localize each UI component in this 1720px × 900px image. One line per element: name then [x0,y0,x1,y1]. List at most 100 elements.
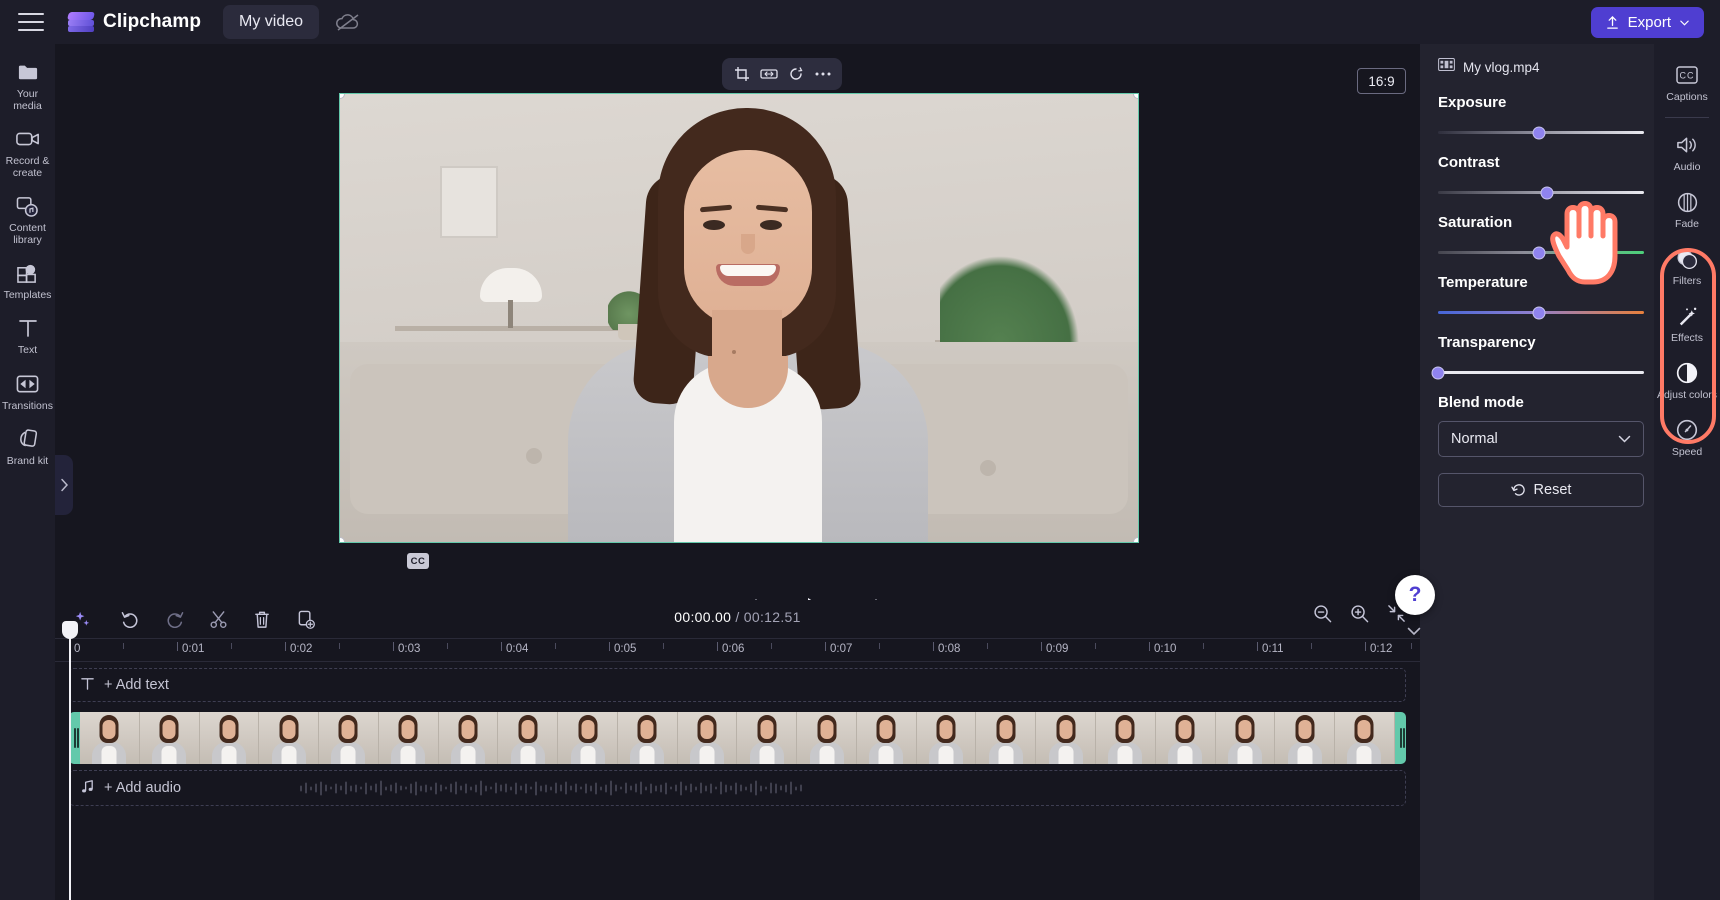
right-rail-item-fade[interactable]: Fade [1654,181,1720,238]
ruler-label: 0:12 [1370,643,1393,655]
templates-icon [16,262,39,284]
right-rail-item-speed[interactable]: Speed [1654,409,1720,466]
reset-button[interactable]: Reset [1438,473,1644,507]
help-collapse-chevron-down-icon[interactable] [1407,624,1421,639]
contrast-slider-track[interactable] [1438,186,1644,199]
clipchamp-logo-icon [67,10,95,34]
slider-transparency: Transparency [1431,334,1644,379]
playhead[interactable] [62,621,78,900]
video-clip[interactable] [69,712,1406,764]
rotate-icon[interactable] [784,62,808,86]
saturation-slider-knob[interactable] [1532,246,1546,259]
blend-mode-select[interactable]: Normal [1438,421,1644,457]
audio-waveform [300,780,802,796]
time-separator: / [731,609,744,625]
ruler-label: 0:04 [506,643,529,655]
add-text-label: + Add text [104,677,169,693]
preview-stage: 16:9 CC ? [55,44,1435,636]
ruler-label: 0:01 [182,643,205,655]
exposure-slider-track[interactable] [1438,126,1644,139]
panel-collapse-toggle[interactable] [55,455,73,515]
right-rail-item-adjust-colors[interactable]: Adjust colors [1654,352,1720,409]
blend-mode-label: Blend mode [1438,394,1524,411]
video-preview[interactable] [339,93,1139,543]
sidebar-item-content-library[interactable]: Content library [0,186,55,253]
ruler-label: 0:03 [398,643,421,655]
effects-wand-icon [1676,305,1698,327]
sidebar-item-label: Brand kit [6,454,49,467]
fade-icon [1677,191,1698,213]
contrast-slider-knob[interactable] [1540,186,1554,199]
right-rail-item-effects[interactable]: Effects [1654,295,1720,352]
slider-exposure: Exposure [1438,94,1644,139]
zoom-out-icon[interactable] [1313,604,1332,628]
timeline-ruler[interactable]: 0 0:01 0:02 0:03 0:04 0:05 0:06 0:07 0:0… [55,638,1420,662]
ruler-label: 0:08 [938,643,961,655]
sidebar-item-label: Record & create [5,155,50,180]
right-rail-item-audio[interactable]: Audio [1654,124,1720,181]
slider-label: Transparency [1438,334,1536,351]
sidebar-item-templates[interactable]: Templates [0,253,55,308]
clip-float-toolbar [722,58,842,90]
ruler-label: 0:05 [614,643,637,655]
brand: Clipchamp [67,10,201,34]
sidebar-item-brand-kit[interactable]: Brand kit [0,419,55,474]
content-library-icon [16,195,39,217]
captions-badge[interactable]: CC [407,553,429,569]
adjust-colors-icon [1676,362,1698,384]
export-label: Export [1627,14,1671,31]
hamburger-menu-icon[interactable] [18,13,44,31]
more-options-icon[interactable] [811,62,835,86]
project-name-chip[interactable]: My video [223,5,320,39]
right-rail-item-captions[interactable]: CC Captions [1654,54,1720,111]
divider [1665,117,1709,119]
clip-thumbnails [80,712,1395,764]
exposure-slider-knob[interactable] [1532,126,1546,139]
sidebar-item-text[interactable]: Text [0,308,55,363]
zoom-in-icon[interactable] [1350,604,1369,628]
help-button[interactable]: ? [1395,575,1435,615]
chevron-right-icon [60,478,68,492]
transparency-slider-knob[interactable] [1431,366,1445,379]
clip-name: My vlog.mp4 [1463,59,1540,75]
add-text-track[interactable]: + Add text [69,668,1406,702]
blend-mode-value: Normal [1451,431,1498,447]
total-time: 00:12.51 [743,609,801,625]
playhead-handle[interactable] [62,621,78,639]
temperature-slider-track[interactable] [1438,306,1644,319]
resize-handle-br[interactable] [1133,537,1138,542]
ruler-label: 0:10 [1154,643,1177,655]
right-rail-label: Effects [1671,332,1703,345]
properties-panel: My vlog.mp4 Exposure Contrast Saturation… [1420,44,1654,900]
ruler-label: 0:02 [290,643,313,655]
sidebar-item-your-media[interactable]: Your media [0,52,55,119]
add-audio-label: + Add audio [104,780,182,796]
slider-label: Temperature [1438,274,1528,291]
transparency-slider-track[interactable] [1431,366,1644,379]
captions-icon: CC [1676,64,1698,86]
fit-width-icon[interactable] [757,62,781,86]
right-rail-item-filters[interactable]: Filters [1654,238,1720,295]
export-button[interactable]: Export [1590,7,1704,38]
clip-trim-handle-right[interactable] [1395,712,1406,764]
slider-saturation: Saturation [1438,214,1644,259]
speedometer-icon [1676,419,1698,441]
cloud-offline-icon[interactable] [335,12,361,32]
sidebar-item-label: Transitions [2,399,53,412]
undo-icon [1510,484,1525,496]
add-audio-track[interactable]: + Add audio [69,770,1406,806]
text-icon [18,317,38,339]
right-rail-label: Captions [1666,91,1708,103]
saturation-slider-track[interactable] [1438,246,1644,259]
slider-contrast: Contrast [1438,154,1644,199]
crop-icon[interactable] [730,62,754,86]
ruler-label: 0:06 [722,643,745,655]
current-time: 00:00.00 [674,609,732,625]
timeline-zoom-controls [1313,604,1406,628]
aspect-ratio-chip[interactable]: 16:9 [1357,68,1406,94]
top-bar: Clipchamp My video Export [0,0,1720,44]
sidebar-item-record-create[interactable]: Record & create [0,119,55,186]
temperature-slider-knob[interactable] [1532,306,1546,319]
sidebar-item-transitions[interactable]: Transitions [0,364,55,419]
right-rail-label: Speed [1671,446,1703,459]
